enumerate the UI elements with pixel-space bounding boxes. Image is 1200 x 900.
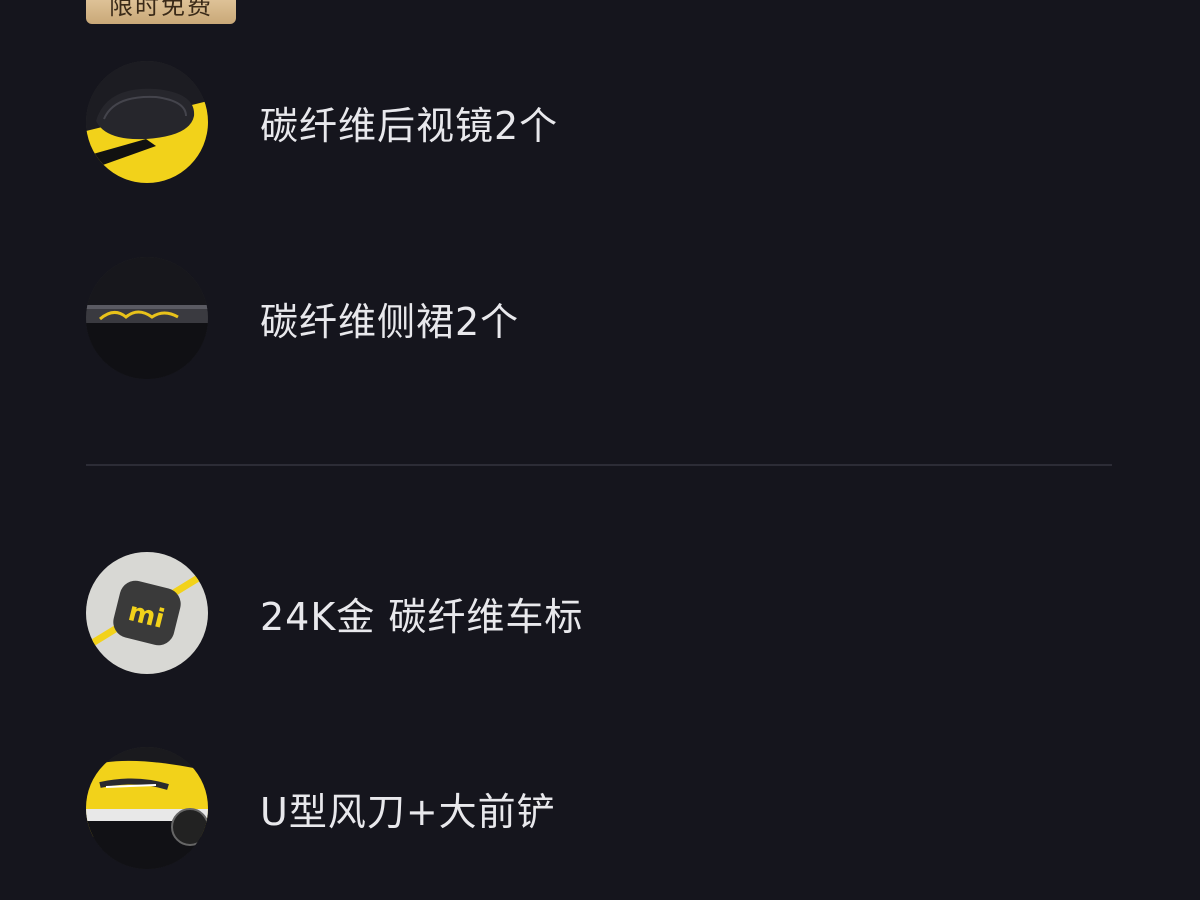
carbon-side-skirt-image [86,257,208,379]
list-item-gold-carbon-logo[interactable]: mi 24K金 碳纤维车标 [86,551,583,675]
carbon-mirror-image [86,61,208,183]
free-promo-badge: 限时免费 [86,0,236,24]
section-divider [86,464,1112,466]
item-label: 24K金 碳纤维车标 [260,594,584,639]
item-label: U型风刀+大前铲 [260,789,556,834]
list-item-front-splitter[interactable]: U型风刀+大前铲 [86,746,556,870]
item-label: 碳纤维侧裙2个 [260,299,520,344]
front-splitter-image [86,747,208,869]
list-item-carbon-side-skirt[interactable]: 碳纤维侧裙2个 [86,256,519,380]
gold-carbon-logo-image: mi [86,552,208,674]
accessory-list-page: 限时免费 碳纤维后视镜2个 碳纤维侧裙2个 mi 24K金 碳纤维车标 U型风刀… [0,0,1200,900]
list-item-carbon-mirror[interactable]: 碳纤维后视镜2个 [86,60,558,184]
item-label: 碳纤维后视镜2个 [260,103,559,148]
